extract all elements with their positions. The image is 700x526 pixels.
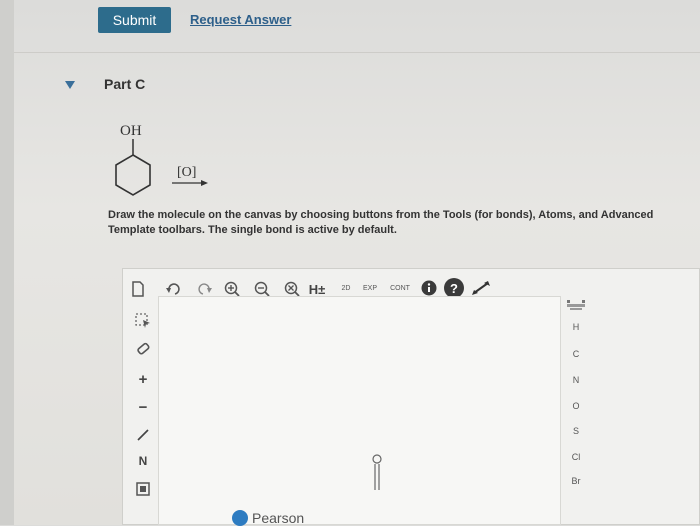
collapse-caret-icon[interactable] xyxy=(64,80,76,90)
request-answer-link[interactable]: Request Answer xyxy=(190,12,291,27)
atom-c-button[interactable]: C xyxy=(566,347,586,361)
undo-icon[interactable] xyxy=(165,282,181,296)
single-bond-icon[interactable] xyxy=(134,426,152,444)
section-divider xyxy=(14,52,700,53)
pearson-logo-icon xyxy=(232,510,248,526)
template-tool-icon[interactable] xyxy=(134,480,152,498)
double-bond-mark xyxy=(372,454,382,490)
pearson-brand-text: Pearson xyxy=(252,510,305,526)
reagent-label: [O] xyxy=(177,165,196,180)
atom-h-button[interactable]: H xyxy=(566,320,586,334)
atom-o-button[interactable]: O xyxy=(566,399,586,413)
reaction-scheme: OH [O] xyxy=(115,123,208,196)
new-document-icon[interactable] xyxy=(130,280,146,298)
eraser-icon[interactable] xyxy=(134,340,152,358)
reaction-arrow-head-icon xyxy=(201,180,208,186)
atom-cl-button[interactable]: Cl xyxy=(566,450,586,464)
submit-button[interactable]: Submit xyxy=(98,7,171,33)
decrease-charge-button[interactable]: − xyxy=(136,398,150,416)
part-title: Part C xyxy=(104,76,146,92)
periodic-table-icon[interactable] xyxy=(566,298,586,312)
pearson-brand: Pearson xyxy=(232,510,304,526)
redo-icon[interactable] xyxy=(197,282,213,296)
atom-br-button[interactable]: Br xyxy=(566,474,586,488)
selection-tool-icon[interactable] xyxy=(134,312,152,330)
left-edge xyxy=(0,0,14,525)
help-button[interactable]: ? xyxy=(444,278,464,298)
instructions-text: Draw the molecule on the canvas by choos… xyxy=(108,209,654,236)
drawing-canvas[interactable] xyxy=(158,296,561,525)
atom-n-button[interactable]: N xyxy=(566,373,586,387)
increase-charge-button[interactable]: + xyxy=(136,370,150,388)
cyclohexane-ring xyxy=(115,154,151,196)
fullscreen-icon[interactable] xyxy=(470,278,492,298)
oh-substituent-label: OH xyxy=(120,123,142,139)
info-icon[interactable] xyxy=(420,279,438,297)
atom-s-button[interactable]: S xyxy=(566,424,586,438)
nitrogen-tool-button[interactable]: N xyxy=(136,452,150,470)
